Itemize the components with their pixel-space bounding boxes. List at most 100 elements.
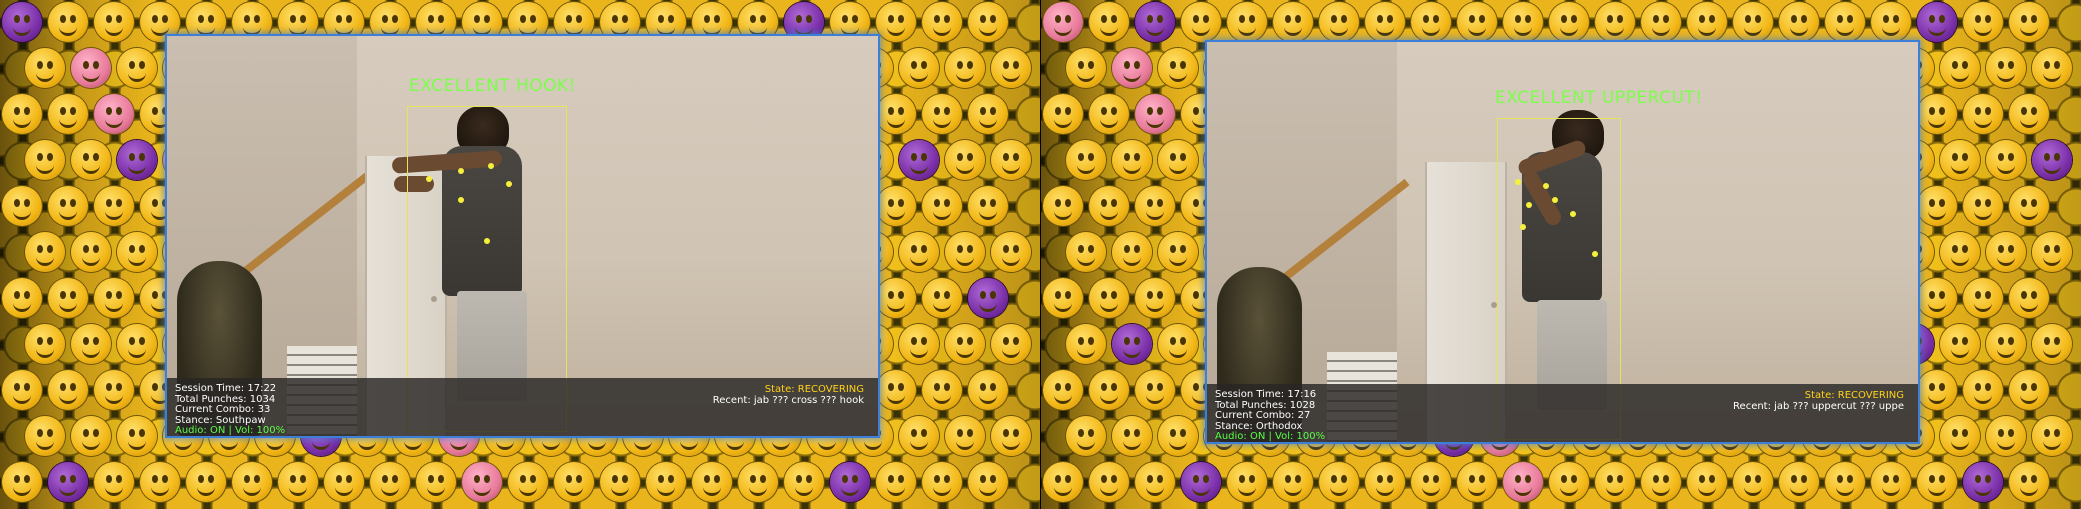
- emoji-face-icon: [945, 140, 985, 180]
- emoji-face-icon: [1181, 2, 1221, 42]
- emoji-face-icon: [968, 462, 1008, 502]
- emoji-face-icon: [1917, 370, 1957, 410]
- emoji-face-icon: [117, 48, 157, 88]
- emoji-face-icon: [945, 416, 985, 456]
- emoji-face-icon: [1457, 462, 1497, 502]
- emoji-face-icon: [1135, 370, 1175, 410]
- emoji-face-icon: [186, 462, 226, 502]
- emoji-face-icon: [991, 232, 1031, 272]
- emoji-face-icon: [1917, 462, 1957, 502]
- emoji-face-icon: [462, 462, 502, 502]
- emoji-face-icon: [876, 278, 916, 318]
- emoji-face-icon: [1066, 416, 1106, 456]
- emoji-face-icon: [1595, 462, 1635, 502]
- emoji-face-icon: [1825, 2, 1865, 42]
- emoji-face-icon: [554, 462, 594, 502]
- stats-panel: Session Time: 17:16 Total Punches: 1028 …: [1215, 389, 1326, 442]
- emoji-face-icon: [1135, 278, 1175, 318]
- emoji-face-icon: [1411, 2, 1451, 42]
- emoji-face-icon: [1503, 2, 1543, 42]
- emoji-face-icon: [1043, 370, 1083, 410]
- keypoint-dot: [506, 181, 512, 187]
- emoji-face-icon: [25, 232, 65, 272]
- emoji-face-icon: [1112, 48, 1152, 88]
- emoji-face-icon: [1871, 2, 1911, 42]
- emoji-face-icon: [94, 94, 134, 134]
- emoji-face-icon: [1273, 462, 1313, 502]
- emoji-face-icon: [876, 94, 916, 134]
- emoji-face-icon: [1112, 140, 1152, 180]
- emoji-face-icon: [117, 416, 157, 456]
- emoji-face-icon: [1135, 94, 1175, 134]
- emoji-face-icon: [140, 462, 180, 502]
- keypoint-dot: [1543, 183, 1549, 189]
- emoji-face-icon: [1549, 2, 1589, 42]
- emoji-face-icon: [1227, 462, 1267, 502]
- emoji-face-icon: [1986, 232, 2026, 272]
- emoji-face-icon: [1135, 186, 1175, 226]
- emoji-face-icon: [876, 186, 916, 226]
- emoji-face-icon: [1158, 324, 1198, 364]
- emoji-face-icon: [1503, 462, 1543, 502]
- keypoint-dot: [458, 168, 464, 174]
- emoji-face-icon: [945, 232, 985, 272]
- hud-overlay: Session Time: 17:22 Total Punches: 1034 …: [167, 378, 878, 436]
- emoji-face-icon: [94, 186, 134, 226]
- emoji-face-icon: [1089, 278, 1129, 318]
- emoji-face-icon: [2, 94, 42, 134]
- emoji-face-icon: [1043, 186, 1083, 226]
- keypoint-dot: [484, 238, 490, 244]
- emoji-face-icon: [991, 416, 1031, 456]
- emoji-face-icon: [1917, 278, 1957, 318]
- emoji-face-icon: [738, 462, 778, 502]
- emoji-face-icon: [1733, 2, 1773, 42]
- emoji-face-icon: [71, 48, 111, 88]
- emoji-face-icon: [922, 462, 962, 502]
- emoji-face-icon: [1986, 140, 2026, 180]
- emoji-face-icon: [1963, 370, 2003, 410]
- keypoint-dot: [488, 163, 494, 169]
- emoji-face-icon: [1135, 2, 1175, 42]
- emoji-face-icon: [117, 324, 157, 364]
- keypoint-dot: [1515, 179, 1521, 185]
- emoji-face-icon: [2032, 416, 2072, 456]
- emoji-face-icon: [922, 186, 962, 226]
- emoji-face-icon: [2, 2, 42, 42]
- stats-panel: Session Time: 17:22 Total Punches: 1034 …: [175, 383, 286, 436]
- state-text: State: RECOVERING: [1804, 390, 1904, 401]
- emoji-face-icon: [899, 324, 939, 364]
- emoji-face-icon: [1365, 2, 1405, 42]
- emoji-face-icon: [1411, 462, 1451, 502]
- emoji-face-icon: [278, 462, 318, 502]
- emoji-face-icon: [2032, 324, 2072, 364]
- audio-status: Audio: ON | Vol: 100%: [1215, 431, 1326, 442]
- emoji-face-icon: [1365, 462, 1405, 502]
- state-panel: State: RECOVERING Recent: jab ??? upperc…: [1733, 390, 1904, 412]
- emoji-face-icon: [1917, 2, 1957, 42]
- emoji-face-icon: [1595, 2, 1635, 42]
- emoji-face-icon: [968, 94, 1008, 134]
- emoji-face-icon: [94, 462, 134, 502]
- audio-status: Audio: ON | Vol: 100%: [175, 425, 286, 436]
- emoji-face-icon: [2, 186, 42, 226]
- emoji-face-icon: [922, 2, 962, 42]
- emoji-face-icon: [1917, 94, 1957, 134]
- emoji-face-icon: [2032, 232, 2072, 272]
- emoji-face-icon: [2032, 140, 2072, 180]
- emoji-face-icon: [25, 140, 65, 180]
- emoji-face-icon: [25, 48, 65, 88]
- emoji-face-icon: [1135, 462, 1175, 502]
- state-panel: State: RECOVERING Recent: jab ??? cross …: [713, 384, 864, 406]
- emoji-face-icon: [2, 370, 42, 410]
- emoji-face-icon: [1940, 324, 1980, 364]
- emoji-face-icon: [94, 278, 134, 318]
- emoji-face-icon: [2009, 278, 2049, 318]
- emoji-face-icon: [94, 2, 134, 42]
- emoji-face-icon: [1940, 48, 1980, 88]
- emoji-face-icon: [48, 186, 88, 226]
- emoji-face-icon: [1319, 2, 1359, 42]
- emoji-face-icon: [48, 278, 88, 318]
- emoji-face-icon: [1043, 94, 1083, 134]
- emoji-face-icon: [1917, 186, 1957, 226]
- hud-overlay: Session Time: 17:16 Total Punches: 1028 …: [1207, 384, 1918, 442]
